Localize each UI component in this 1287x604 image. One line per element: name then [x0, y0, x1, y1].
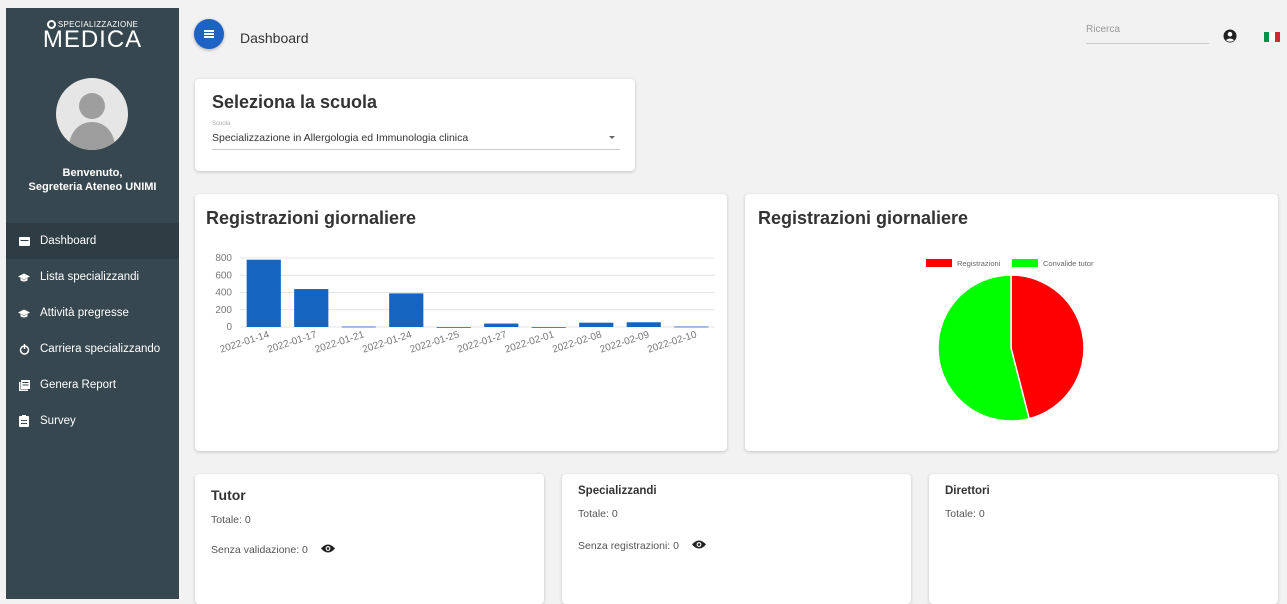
direttori-title: Direttori [945, 485, 990, 497]
bar [484, 323, 519, 327]
bar [294, 289, 329, 327]
bar-chart: 02004006008002022-01-142022-01-172022-01… [215, 253, 715, 356]
bar [579, 322, 614, 327]
bar [626, 322, 661, 327]
welcome-user-name: Segreteria Ateneo UNIMI [28, 181, 157, 193]
sidebar-item-label: Survey [40, 415, 76, 427]
power-icon [18, 343, 30, 355]
sidebar-item-dashboard[interactable]: Dashboard [6, 223, 179, 259]
specializzandi-senza-registrazioni: Senza registrazioni: 0 [578, 540, 706, 552]
y-tick-label: 600 [215, 270, 232, 281]
sidebar-item-carriera-specializzando[interactable]: Carriera specializzando [6, 331, 179, 367]
legend-swatch [926, 259, 952, 267]
specializzandi-total: Totale: 0 [578, 508, 618, 520]
menu-toggle-button[interactable] [194, 19, 224, 49]
graduation-cap-icon [18, 271, 30, 283]
sidebar-nav: Dashboard Lista specializzandi Attività … [6, 223, 179, 439]
sidebar-item-lista-specializzandi[interactable]: Lista specializzandi [6, 259, 179, 295]
y-tick-label: 0 [226, 322, 232, 333]
x-tick-label: 2022-02-10 [646, 329, 698, 355]
bar [389, 293, 424, 327]
logo-main-text: MEDICA [42, 26, 143, 53]
report-icon [18, 379, 30, 391]
pie-chart: Registrazioni Convalide tutor [926, 259, 1094, 422]
x-tick-label: 2022-02-09 [599, 329, 651, 355]
sidebar-item-attivita-pregresse[interactable]: Attività pregresse [6, 295, 179, 331]
eye-icon[interactable] [320, 544, 335, 556]
bar [246, 259, 281, 327]
x-tick-label: 2022-02-01 [504, 329, 556, 355]
school-card-title: Seleziona la scuola [212, 92, 378, 112]
school-select-label: Scuola [212, 121, 231, 127]
school-select-card: Seleziona la scuola Scuola Specializzazi… [195, 79, 635, 171]
specializzandi-title: Specializzandi [578, 485, 657, 497]
tutor-senza-validazione: Senza validazione: 0 [211, 544, 335, 556]
logo: SPECIALIZZAZIONE MEDICA [6, 20, 179, 54]
bar-chart-card: Registrazioni giornaliere 0 200 400 600 800 2… [195, 194, 727, 451]
y-tick-label: 400 [215, 288, 232, 299]
direttori-total: Totale: 0 [945, 508, 985, 520]
logo-icon [46, 20, 56, 29]
tutor-card: Tutor Totale: 0 Senza validazione: 0 [195, 474, 544, 604]
page-title: Dashboard [240, 30, 309, 46]
y-tick-label: 800 [215, 253, 232, 264]
legend-swatch [1012, 259, 1038, 267]
pie-chart-card: Registrazioni giornaliere Registrazioni C… [745, 194, 1278, 451]
user-account-icon[interactable] [1223, 29, 1237, 48]
sidebar-item-genera-report[interactable]: Genera Report [6, 367, 179, 403]
sidebar: SPECIALIZZAZIONE MEDICA Benvenuto, Segre… [6, 8, 179, 599]
tutor-senza-validazione-text: Senza validazione: 0 [211, 544, 308, 556]
top-bar: Dashboard Ricerca [179, 8, 1287, 58]
x-tick-label: 2022-01-21 [314, 329, 366, 355]
sidebar-item-label: Attività pregresse [40, 307, 129, 319]
language-flag-icon[interactable] [1264, 32, 1280, 42]
direttori-card: Direttori Totale: 0 [929, 474, 1278, 604]
sidebar-item-label: Lista specializzandi [40, 271, 140, 283]
x-tick-label: 2022-01-14 [219, 329, 271, 355]
welcome-text: Benvenuto, [62, 167, 123, 179]
sidebar-item-survey[interactable]: Survey [6, 403, 179, 439]
bar [436, 327, 471, 328]
graduation-cap-icon [18, 307, 30, 319]
sidebar-item-label: Genera Report [40, 379, 117, 391]
legend-label: Registrazioni [957, 259, 1001, 268]
tutor-title: Tutor [211, 487, 246, 503]
specializzandi-senza-registrazioni-text: Senza registrazioni: 0 [578, 540, 679, 552]
sidebar-item-label: Dashboard [40, 235, 97, 247]
hamburger-icon [204, 29, 214, 40]
clipboard-icon [18, 415, 30, 427]
school-select[interactable]: Specializzazione in Allergologia ed Immu… [212, 132, 468, 144]
school-select-underline [212, 149, 620, 150]
tutor-total: Totale: 0 [211, 514, 251, 526]
welcome-message: Benvenuto, Segreteria Ateneo UNIMI [6, 166, 179, 194]
bar [531, 327, 566, 328]
x-tick-label: 2022-01-17 [266, 329, 318, 355]
search-input[interactable]: Ricerca [1086, 24, 1209, 44]
x-tick-label: 2022-01-24 [361, 329, 413, 355]
eye-icon[interactable] [691, 540, 706, 552]
bar [674, 326, 709, 328]
x-tick-label: 2022-01-25 [409, 329, 461, 355]
y-tick-label: 200 [215, 305, 232, 316]
sidebar-item-label: Carriera specializzando [40, 343, 161, 355]
avatar [56, 78, 128, 150]
x-tick-label: 2022-02-08 [551, 329, 603, 355]
chevron-down-icon[interactable] [609, 136, 615, 139]
bar [341, 326, 376, 328]
legend-label: Convalide tutor [1043, 259, 1094, 268]
specializzandi-card: Specializzandi Totale: 0 Senza registraz… [562, 474, 911, 604]
x-tick-label: 2022-01-27 [456, 329, 508, 355]
dashboard-icon [18, 235, 30, 247]
